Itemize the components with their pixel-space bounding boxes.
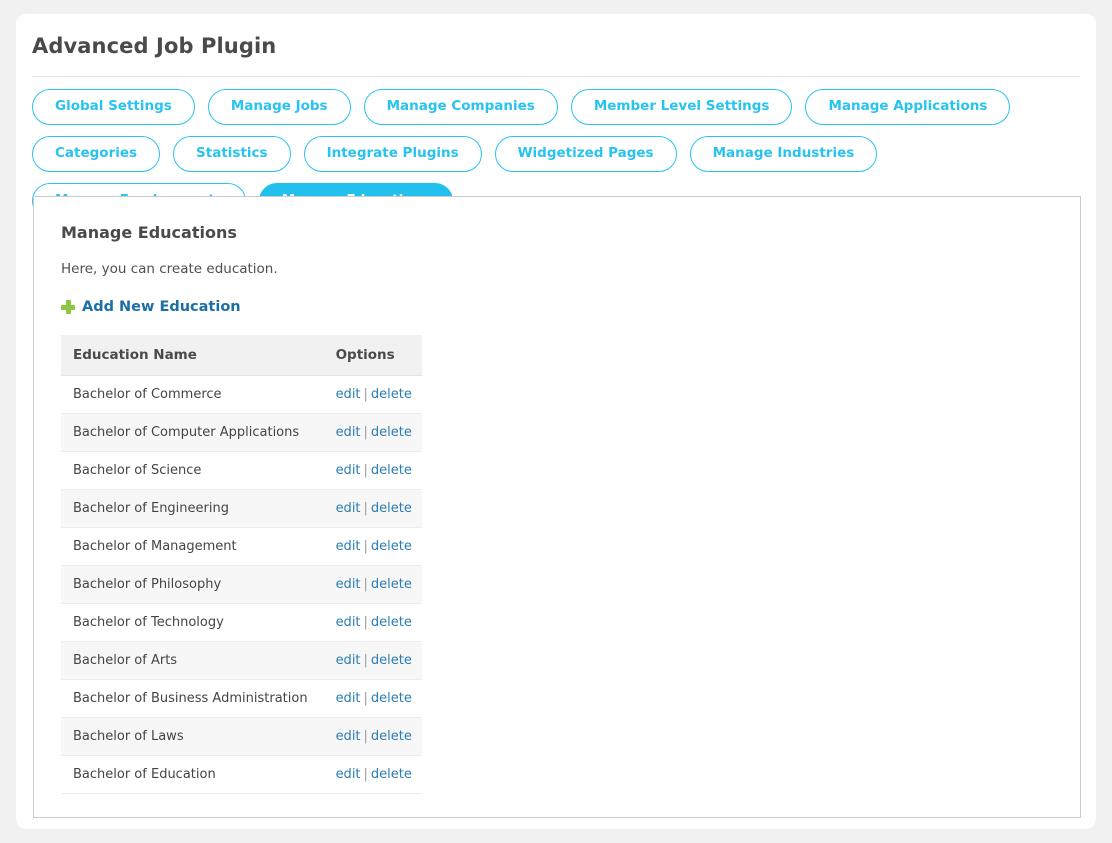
- table-head: Education Name Options: [61, 335, 422, 376]
- table-row: Bachelor of Management edit | delete: [61, 527, 422, 566]
- option-separator: |: [363, 463, 368, 478]
- table-body: Bachelor of Commerce edit | delete Bachelor …: [61, 375, 422, 794]
- edit-link[interactable]: edit: [336, 425, 361, 440]
- option-separator: |: [363, 729, 368, 744]
- table-row: Bachelor of Commerce edit | delete: [61, 375, 422, 414]
- educations-table: Education Name Options Bachelor of Comme…: [61, 335, 422, 794]
- edit-link[interactable]: edit: [336, 501, 361, 516]
- section-description: Here, you can create education.: [61, 261, 278, 277]
- plus-icon: [61, 300, 75, 314]
- option-separator: |: [363, 577, 368, 592]
- table-header-row: Education Name Options: [61, 335, 422, 376]
- delete-link[interactable]: delete: [371, 387, 412, 402]
- tab-widgetized-pages[interactable]: Widgetized Pages: [494, 136, 677, 172]
- option-separator: |: [363, 387, 368, 402]
- cell-options: edit | delete: [317, 641, 422, 680]
- cell-education-name: Bachelor of Business Administration: [61, 679, 318, 718]
- table-row: Bachelor of Computer Applications edit | de…: [61, 413, 422, 452]
- delete-link[interactable]: delete: [371, 577, 412, 592]
- edit-link[interactable]: edit: [336, 653, 361, 668]
- table-row: Bachelor of Engineering edit | delete: [61, 489, 422, 528]
- option-separator: |: [363, 539, 368, 554]
- column-header-options: Options: [317, 335, 422, 376]
- cell-options: edit | delete: [317, 755, 422, 794]
- cell-education-name: Bachelor of Arts: [61, 641, 318, 680]
- cell-education-name: Bachelor of Commerce: [61, 375, 318, 414]
- cell-options: edit | delete: [317, 375, 422, 414]
- table-row: Bachelor of Business Administration edit |…: [61, 679, 422, 718]
- tab-manage-companies[interactable]: Manage Companies: [363, 89, 558, 125]
- table-row: Bachelor of Education edit | delete: [61, 755, 422, 794]
- add-new-education-label: Add New Education: [82, 299, 241, 315]
- delete-link[interactable]: delete: [371, 729, 412, 744]
- tab-statistics[interactable]: Statistics: [173, 136, 291, 172]
- cell-options: edit | delete: [317, 489, 422, 528]
- cell-options: edit | delete: [317, 451, 422, 490]
- delete-link[interactable]: delete: [371, 463, 412, 478]
- table-row: Bachelor of Technology edit | delete: [61, 603, 422, 642]
- table-row: Bachelor of Science edit | delete: [61, 451, 422, 490]
- edit-link[interactable]: edit: [336, 729, 361, 744]
- option-separator: |: [363, 615, 368, 630]
- delete-link[interactable]: delete: [371, 539, 412, 554]
- edit-link[interactable]: edit: [336, 463, 361, 478]
- cell-education-name: Bachelor of Computer Applications: [61, 413, 318, 452]
- edit-link[interactable]: edit: [336, 767, 361, 782]
- cell-education-name: Bachelor of Technology: [61, 603, 318, 642]
- table-row: Bachelor of Philosophy edit | delete: [61, 565, 422, 604]
- cell-education-name: Bachelor of Engineering: [61, 489, 318, 528]
- cell-education-name: Bachelor of Management: [61, 527, 318, 566]
- delete-link[interactable]: delete: [371, 501, 412, 516]
- edit-link[interactable]: edit: [336, 387, 361, 402]
- column-header-education-name: Education Name: [61, 335, 318, 376]
- table-row: Bachelor of Laws edit | delete: [61, 717, 422, 756]
- plugin-page-card: Advanced Job Plugin Global Settings Manag…: [16, 14, 1096, 829]
- tab-manage-applications[interactable]: Manage Applications: [805, 89, 1011, 125]
- section-heading: Manage Educations: [61, 223, 237, 242]
- cell-options: edit | delete: [317, 413, 422, 452]
- content-panel: Manage Educations Here, you can create e…: [33, 196, 1081, 818]
- cell-education-name: Bachelor of Science: [61, 451, 318, 490]
- option-separator: |: [363, 425, 368, 440]
- cell-options: edit | delete: [317, 679, 422, 718]
- cell-education-name: Bachelor of Philosophy: [61, 565, 318, 604]
- tab-member-level-settings[interactable]: Member Level Settings: [570, 89, 793, 125]
- edit-link[interactable]: edit: [336, 539, 361, 554]
- delete-link[interactable]: delete: [371, 425, 412, 440]
- cell-education-name: Bachelor of Education: [61, 755, 318, 794]
- tab-manage-jobs[interactable]: Manage Jobs: [207, 89, 351, 125]
- page-title: Advanced Job Plugin: [32, 34, 277, 58]
- edit-link[interactable]: edit: [336, 691, 361, 706]
- tab-categories[interactable]: Categories: [32, 136, 161, 172]
- tab-global-settings[interactable]: Global Settings: [32, 89, 195, 125]
- option-separator: |: [363, 691, 368, 706]
- edit-link[interactable]: edit: [336, 577, 361, 592]
- delete-link[interactable]: delete: [371, 653, 412, 668]
- cell-options: edit | delete: [317, 565, 422, 604]
- delete-link[interactable]: delete: [371, 767, 412, 782]
- cell-options: edit | delete: [317, 603, 422, 642]
- table-row: Bachelor of Arts edit | delete: [61, 641, 422, 680]
- option-separator: |: [363, 653, 368, 668]
- delete-link[interactable]: delete: [371, 615, 412, 630]
- option-separator: |: [363, 767, 368, 782]
- edit-link[interactable]: edit: [336, 615, 361, 630]
- cell-education-name: Bachelor of Laws: [61, 717, 318, 756]
- delete-link[interactable]: delete: [371, 691, 412, 706]
- add-new-education-button[interactable]: Add New Education: [61, 299, 241, 315]
- tab-manage-industries[interactable]: Manage Industries: [689, 136, 878, 172]
- option-separator: |: [363, 501, 368, 516]
- tab-integrate-plugins[interactable]: Integrate Plugins: [303, 136, 482, 172]
- cell-options: edit | delete: [317, 717, 422, 756]
- cell-options: edit | delete: [317, 527, 422, 566]
